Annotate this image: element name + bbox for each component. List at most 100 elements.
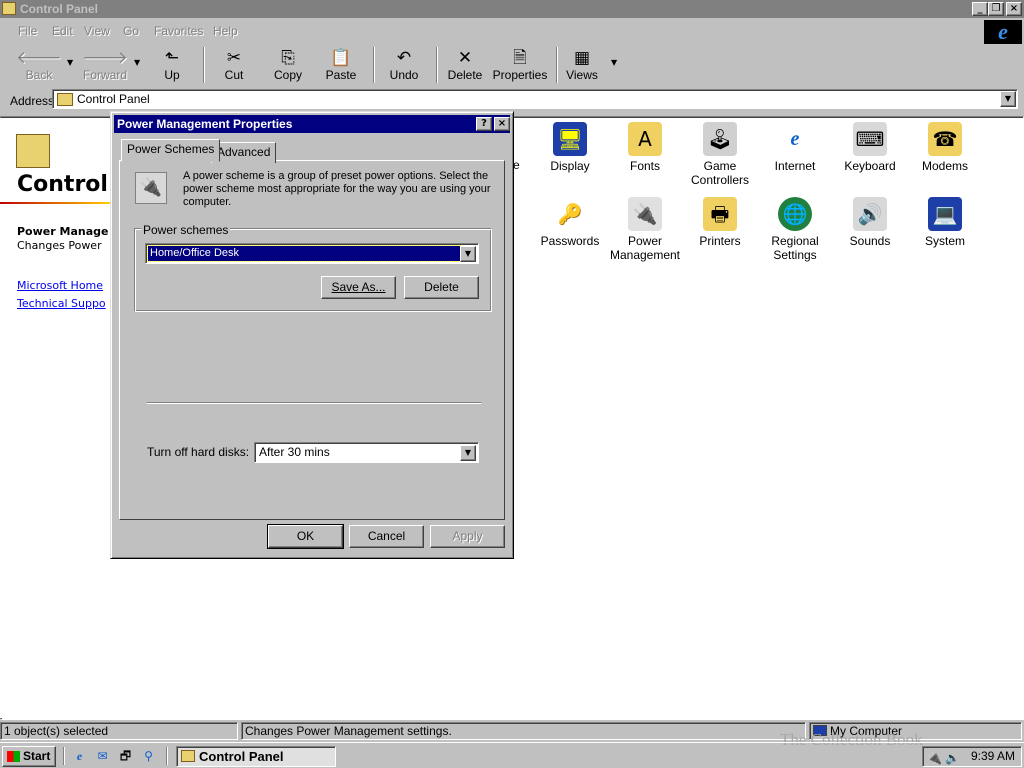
window-title: Control Panel <box>20 2 99 16</box>
modems-item[interactable]: ☎ Modems <box>908 122 982 173</box>
sounds-icon: 🔊 <box>853 197 887 231</box>
minimize-button[interactable]: _ <box>972 2 988 16</box>
ok-button[interactable]: OK <box>267 524 344 549</box>
cancel-button[interactable]: Cancel <box>349 525 424 548</box>
menu-edit[interactable]: Edit <box>52 24 73 38</box>
power-management-icon: 🔌 <box>628 197 662 231</box>
show-desktop-icon[interactable]: 🗗 <box>117 748 134 765</box>
views-dropdown-icon[interactable]: ▼ <box>611 58 617 67</box>
game-controllers-item[interactable]: 🕹 Game Controllers <box>683 122 757 187</box>
delete-scheme-button[interactable]: Delete <box>404 276 479 299</box>
hard-disk-dropdown-icon[interactable]: ▼ <box>460 445 476 461</box>
address-bar: Address Control Panel ▼ <box>0 88 1024 112</box>
dialog-titlebar[interactable]: Power Management Properties ? × <box>114 115 510 133</box>
hard-disk-select[interactable]: After 30 mins ▼ <box>254 442 479 463</box>
back-dropdown-icon[interactable]: ▼ <box>67 58 73 67</box>
dialog-close-button[interactable]: × <box>494 117 510 131</box>
control-panel-task-icon <box>181 750 195 762</box>
fonts-icon: A <box>628 122 662 156</box>
tab-advanced[interactable]: Advanced <box>211 142 277 163</box>
keyboard-item[interactable]: ⌨ Keyboard <box>833 122 907 173</box>
toolbar: 🡐 Back ▼ 🡒 Forward ▼ ⬑ Up ✂ Cut ⎘ Copy 📋 Paste… <box>0 44 1024 86</box>
cut-button[interactable]: ✂ Cut <box>205 48 263 86</box>
undo-button[interactable]: ↶ Undo <box>375 48 433 86</box>
up-button[interactable]: ⬑ Up <box>143 48 201 86</box>
help-button[interactable]: ? <box>476 117 492 131</box>
forward-dropdown-icon[interactable]: ▼ <box>134 58 140 67</box>
settings-divider <box>147 402 481 404</box>
system-icon: 💻 <box>928 197 962 231</box>
paste-button[interactable]: 📋 Paste <box>312 48 370 86</box>
forward-arrow-icon: 🡒 <box>82 48 128 68</box>
copy-icon: ⎘ <box>281 48 295 68</box>
menu-help[interactable]: Help <box>213 24 238 38</box>
system-item[interactable]: 💻 System <box>908 197 982 248</box>
menu-file[interactable]: File <box>18 24 37 38</box>
ie-quicklaunch-icon[interactable]: e <box>71 748 88 765</box>
display-icon: 🖥 <box>553 122 587 156</box>
printers-icon: 🖶 <box>703 197 737 231</box>
close-button[interactable]: × <box>1006 2 1022 16</box>
webview-title: Control <box>17 172 108 197</box>
copy-button[interactable]: ⎘ Copy <box>259 48 317 86</box>
volume-tray-icon[interactable]: 🔈 <box>945 749 960 768</box>
control-panel-folder-icon <box>57 93 73 106</box>
address-value: Control Panel <box>77 92 150 106</box>
webview-divider <box>0 202 112 204</box>
selected-item-title: Power Manage <box>17 225 109 238</box>
power-management-item[interactable]: 🔌 Power Management <box>608 197 682 262</box>
views-button[interactable]: ▦ Views <box>553 48 611 86</box>
power-scheme-dropdown-icon[interactable]: ▼ <box>460 246 476 262</box>
display-item[interactable]: 🖥 Display <box>533 122 607 173</box>
status-message: Changes Power Management settings. <box>241 722 806 740</box>
address-input[interactable]: Control Panel ▼ <box>52 89 1018 109</box>
webview-panel <box>0 118 112 718</box>
control-panel-icon <box>2 2 16 15</box>
menu-view[interactable]: View <box>84 24 110 38</box>
taskbar-control-panel-button[interactable]: Control Panel <box>176 746 336 767</box>
sounds-item[interactable]: 🔊 Sounds <box>833 197 907 248</box>
dialog-description: A power scheme is a group of preset powe… <box>183 170 491 208</box>
modems-icon: ☎ <box>928 122 962 156</box>
microsoft-home-link[interactable]: Microsoft Home <box>17 279 112 292</box>
channels-icon[interactable]: ⚲ <box>140 748 157 765</box>
printers-item[interactable]: 🖶 Printers <box>683 197 757 248</box>
power-tray-icon[interactable]: 🔌 <box>927 749 942 768</box>
back-button[interactable]: 🡐 Back <box>10 48 68 86</box>
power-scheme-value: Home/Office Desk <box>147 245 461 262</box>
delete-button[interactable]: ✕ Delete <box>436 48 494 86</box>
clock[interactable]: 9:39 AM <box>971 749 1015 763</box>
power-scheme-select[interactable]: Home/Office Desk ▼ <box>145 243 479 264</box>
selected-item-description: Changes Power <box>17 239 102 252</box>
partial-icon-label: e <box>513 158 520 172</box>
taskbar: Start e ✉ 🗗 ⚲ Control Panel 🔌 🔈 9:39 AM <box>0 742 1024 768</box>
fonts-item[interactable]: A Fonts <box>608 122 682 173</box>
power-management-dialog: Power Management Properties ? × Power Sc… <box>110 111 514 559</box>
passwords-icon: 🔑 <box>553 197 587 231</box>
passwords-item[interactable]: 🔑 Passwords <box>533 197 607 248</box>
hard-disk-value: After 30 mins <box>259 445 330 459</box>
forward-button[interactable]: 🡒 Forward <box>76 48 134 86</box>
delete-x-icon: ✕ <box>457 48 473 68</box>
properties-button[interactable]: 🗎 Properties <box>491 48 549 86</box>
menu-go[interactable]: Go <box>123 24 139 38</box>
internet-item[interactable]: e Internet <box>758 122 832 173</box>
taskbar-separator <box>166 747 168 765</box>
control-panel-large-icon <box>16 134 50 168</box>
status-selection: 1 object(s) selected <box>0 722 238 740</box>
start-button[interactable]: Start <box>2 746 56 767</box>
power-schemes-group-label: Power schemes <box>141 223 231 237</box>
apply-button[interactable]: Apply <box>430 525 505 548</box>
tab-power-schemes[interactable]: Power Schemes <box>121 139 221 162</box>
technical-support-link[interactable]: Technical Suppo <box>17 297 112 310</box>
menu-favorites[interactable]: Favorites <box>154 24 203 38</box>
undo-icon: ↶ <box>396 48 412 68</box>
regional-settings-icon: 🌐 <box>778 197 812 231</box>
address-label: Address <box>10 94 55 108</box>
restore-button[interactable]: ❐ <box>988 2 1004 16</box>
outlook-express-icon[interactable]: ✉ <box>94 748 111 765</box>
window-titlebar[interactable]: Control Panel <box>0 0 1024 18</box>
address-dropdown-icon[interactable]: ▼ <box>1000 91 1016 107</box>
regional-settings-item[interactable]: 🌐 Regional Settings <box>758 197 832 262</box>
save-as-button[interactable]: Save As... <box>321 276 396 299</box>
